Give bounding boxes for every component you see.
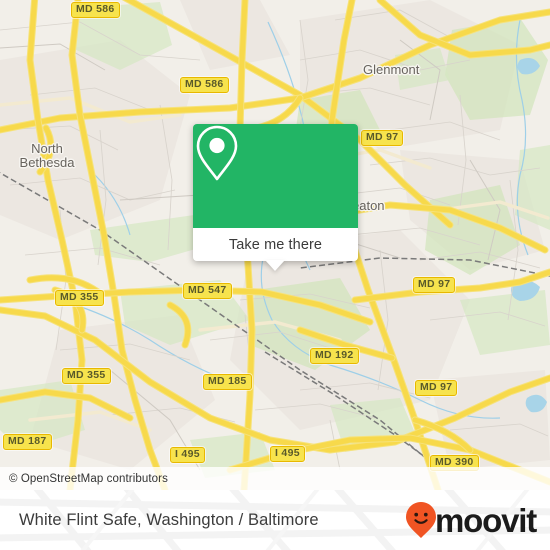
road-shield-md-192: MD 192 xyxy=(310,348,359,364)
map-pin-icon xyxy=(196,125,238,181)
moovit-logo[interactable]: moovit xyxy=(405,490,537,550)
popup-cta-area[interactable]: Take me there xyxy=(193,228,358,261)
take-me-there-button[interactable]: Take me there xyxy=(229,237,322,253)
road-shield-md-355-a: MD 355 xyxy=(55,290,104,306)
road-shield-md-586-a: MD 586 xyxy=(71,2,120,18)
moovit-smiley-pin-icon xyxy=(406,502,437,538)
moovit-wordmark: moovit xyxy=(435,501,537,539)
road-shield-md-355-b: MD 355 xyxy=(62,368,111,384)
moovit-map-screenshot: .land { fill:#f2efe9; } .urban { fill:#e… xyxy=(0,0,550,550)
road-shield-i-495-a: I 495 xyxy=(170,447,205,463)
footer-bar: White Flint Safe, Washington / Baltimore… xyxy=(0,490,550,550)
map-canvas[interactable]: .land { fill:#f2efe9; } .urban { fill:#e… xyxy=(0,0,550,490)
road-shield-md-586-b: MD 586 xyxy=(180,77,229,93)
road-shield-md-547: MD 547 xyxy=(183,283,232,299)
attribution-text[interactable]: © OpenStreetMap contributors xyxy=(0,473,168,485)
popup-icon-area xyxy=(193,124,358,228)
map-attribution-bar: © OpenStreetMap contributors xyxy=(0,467,550,490)
road-shield-i-495-b: I 495 xyxy=(270,446,305,462)
footer-location-title: White Flint Safe, Washington / Baltimore xyxy=(19,510,319,529)
road-shield-md-185: MD 185 xyxy=(203,374,252,390)
popup-pointer xyxy=(265,260,285,271)
road-shield-md-97-c: MD 97 xyxy=(415,380,458,396)
road-shield-md-187: MD 187 xyxy=(3,434,52,450)
road-shield-md-97-a: MD 97 xyxy=(361,130,404,146)
location-popup-card[interactable]: Take me there xyxy=(193,124,358,271)
road-shield-md-97-b: MD 97 xyxy=(413,277,456,293)
